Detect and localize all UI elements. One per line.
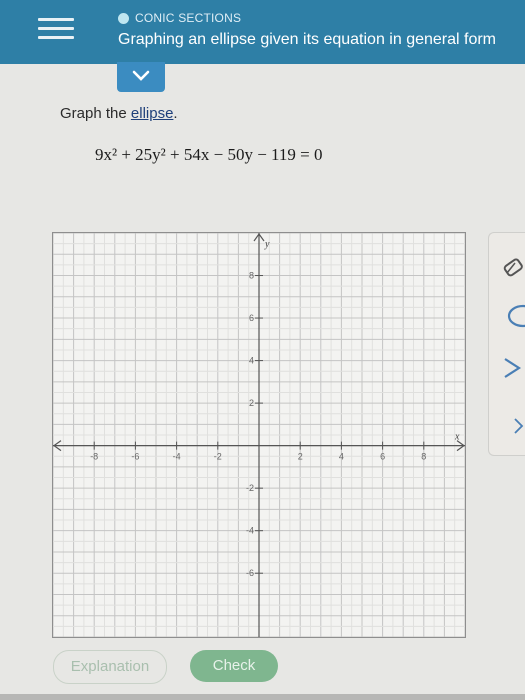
question-prompt: Graph the ellipse.	[60, 105, 178, 122]
topic-status-icon	[118, 12, 129, 24]
x-tick-label: -2	[214, 452, 222, 462]
page-title: Graphing an ellipse given its equation i…	[118, 31, 497, 48]
chevron-right-icon[interactable]	[497, 411, 525, 441]
y-tick-label: -2	[246, 483, 254, 493]
hamburger-menu-icon[interactable]	[38, 16, 78, 42]
y-axis-label: y	[264, 239, 270, 250]
x-tick-label: 2	[298, 452, 303, 462]
x-tick-label: 8	[421, 452, 426, 462]
bottom-bar	[0, 694, 525, 700]
x-tick-label: 6	[380, 452, 385, 462]
x-tick-label: -8	[90, 452, 98, 462]
y-tick-label: 6	[249, 313, 254, 323]
coordinate-plane[interactable]: -8 -6 -4 -2 2 4 6 8 8 6 4 2 -2 -4 -6 x y	[52, 232, 466, 638]
y-tick-label: -4	[246, 526, 254, 536]
x-tick-label: -4	[173, 452, 181, 462]
y-tick-label: 4	[249, 356, 254, 366]
eraser-icon[interactable]	[497, 253, 525, 283]
y-tick-label: -6	[246, 568, 254, 578]
x-tick-label: -6	[131, 452, 139, 462]
ellipse-icon[interactable]	[497, 301, 525, 331]
graphing-area[interactable]: -8 -6 -4 -2 2 4 6 8 8 6 4 2 -2 -4 -6 x y	[52, 232, 466, 638]
prompt-period: .	[173, 105, 178, 122]
chevron-icon[interactable]	[497, 353, 525, 383]
x-tick-label: 4	[339, 452, 344, 462]
explanation-button[interactable]: Explanation	[53, 650, 167, 684]
prompt-text: Graph the	[60, 105, 131, 122]
topic-label: CONIC SECTIONS	[135, 11, 242, 25]
y-tick-label: 8	[249, 271, 254, 281]
check-button[interactable]: Check	[190, 650, 278, 682]
graph-tools-panel	[488, 232, 525, 456]
ellipse-definition-link[interactable]: ellipse	[131, 105, 174, 122]
topic-breadcrumb: CONIC SECTIONS	[118, 11, 241, 25]
top-bar: CONIC SECTIONS Graphing an ellipse given…	[0, 0, 525, 64]
y-tick-label: 2	[249, 398, 254, 408]
chevron-down-icon	[132, 70, 150, 81]
x-axis-label: x	[454, 432, 460, 443]
ellipse-equation: 9x² + 25y² + 54x − 50y − 119 = 0	[95, 145, 323, 164]
collapse-toggle-button[interactable]	[117, 62, 165, 92]
